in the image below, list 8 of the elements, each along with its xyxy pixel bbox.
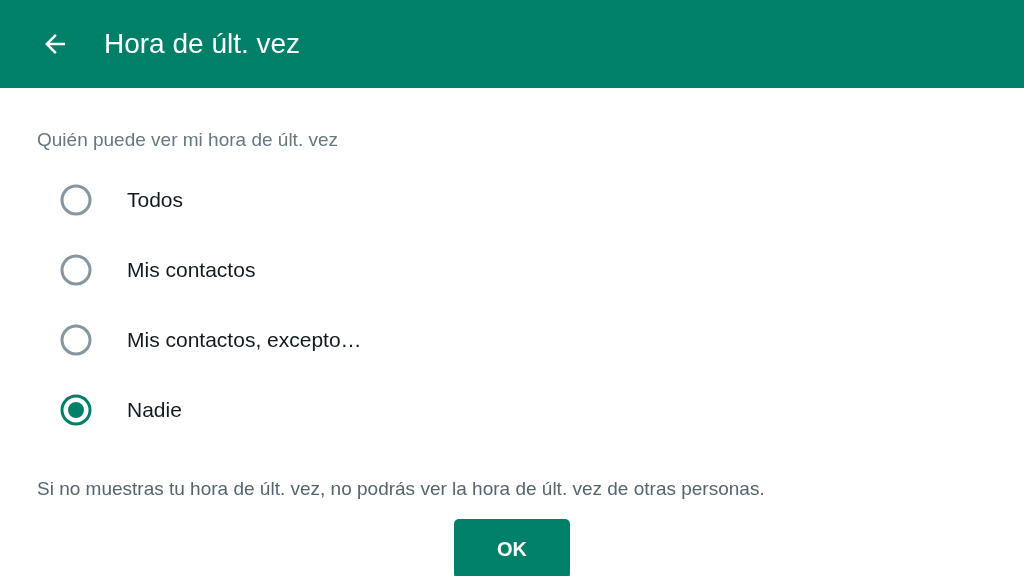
- radio-option[interactable]: Mis contactos: [0, 234, 1024, 305]
- radio-option[interactable]: Mis contactos, excepto…: [0, 304, 1024, 375]
- ok-button[interactable]: OK: [454, 519, 570, 576]
- section-label: Quién puede ver mi hora de últ. vez: [37, 128, 339, 152]
- info-text: Si no muestras tu hora de últ. vez, no podrás ver la hora de últ. vez de otras personas.: [37, 476, 766, 501]
- radio-option[interactable]: Nadie: [0, 374, 1024, 445]
- screen-title: Hora de últ. vez: [104, 27, 301, 61]
- radio-option[interactable]: Todos: [0, 164, 1024, 235]
